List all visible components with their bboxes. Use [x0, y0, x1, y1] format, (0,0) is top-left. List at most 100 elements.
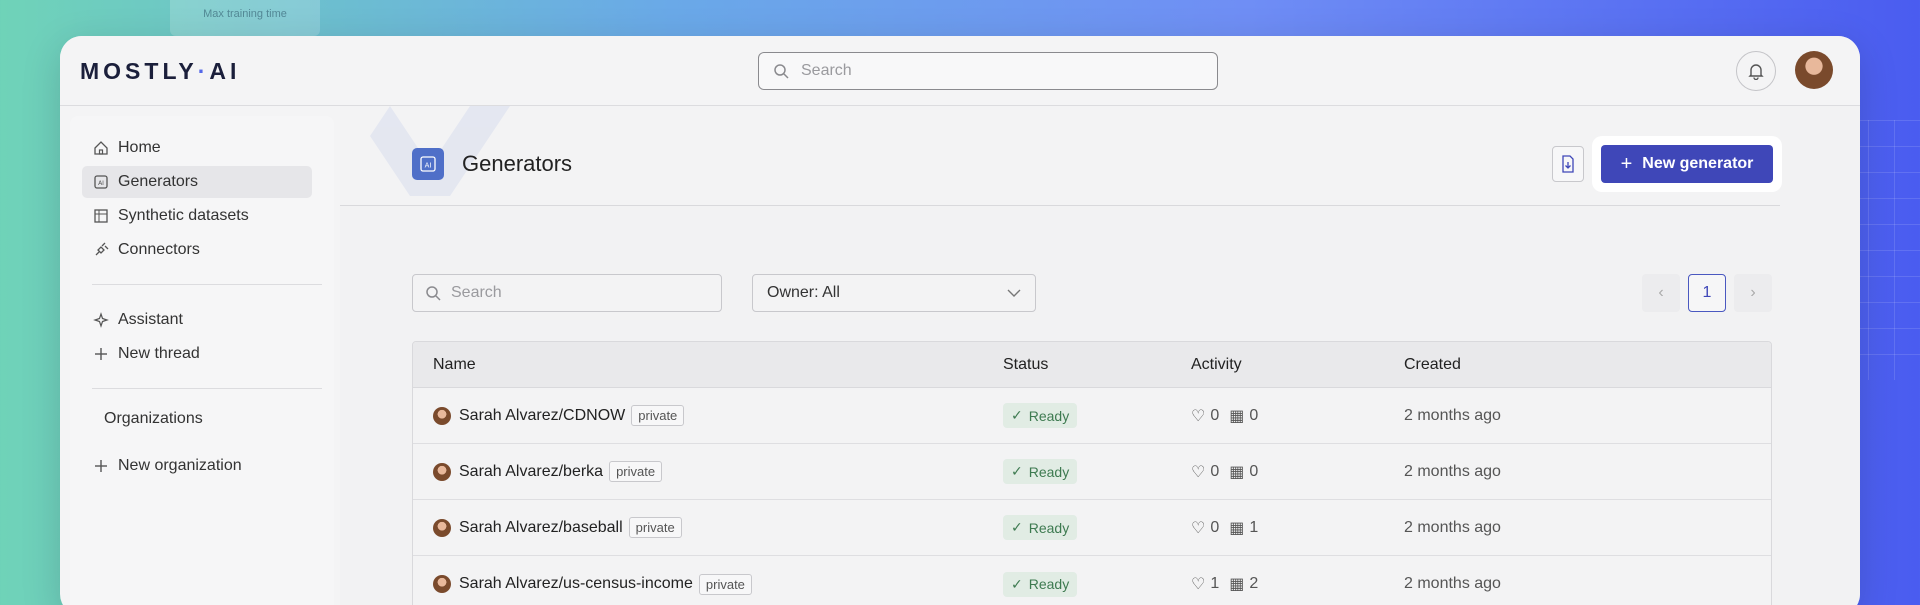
created-time: 2 months ago — [1404, 406, 1501, 424]
plus-icon — [92, 345, 110, 363]
top-bar: MOSTLY·AI Search — [60, 36, 1860, 106]
heart-icon[interactable]: ♡ — [1191, 462, 1205, 482]
owner-avatar — [433, 462, 451, 481]
check-icon: ✓ — [1011, 463, 1023, 479]
new-generator-label: New generator — [1642, 155, 1754, 172]
check-icon: ✓ — [1011, 519, 1023, 535]
datasets-count: 1 — [1249, 518, 1259, 536]
sidebar-item-new-thread[interactable]: New thread — [82, 338, 312, 370]
pager-current-page[interactable]: 1 — [1688, 274, 1726, 312]
table-row[interactable]: Sarah Alvarez/us-census-income private ✓… — [413, 556, 1771, 605]
sidebar-item-new-organization[interactable]: New organization — [82, 450, 312, 482]
status-badge: ✓ Ready — [1003, 459, 1078, 484]
pager-prev-button[interactable]: ‹ — [1642, 274, 1680, 312]
sidebar-item-home[interactable]: Home — [82, 132, 312, 164]
likes-count: 0 — [1210, 406, 1220, 424]
visibility-badge: private — [698, 573, 752, 595]
datasets-count: 2 — [1249, 575, 1259, 592]
table-row[interactable]: Sarah Alvarez/CDNOW private ✓ Ready ♡ 0 ▦ 0… — [413, 388, 1771, 444]
sidebar-item-label: Connectors — [118, 241, 200, 258]
generator-name-link[interactable]: Sarah Alvarez/berka — [459, 463, 603, 481]
table-header: Name Status Activity Created — [413, 342, 1771, 388]
sidebar-item-assistant[interactable]: Assistant — [82, 304, 312, 336]
sidebar-item-label: Synthetic datasets — [118, 207, 249, 224]
check-icon: ✓ — [1011, 407, 1023, 423]
dataset-icon: ▦ — [1229, 576, 1245, 593]
created-time: 2 months ago — [1404, 518, 1501, 536]
sidebar-item-label: Assistant — [118, 311, 183, 328]
owner-filter-select[interactable]: Owner: All — [752, 274, 1036, 312]
owner-filter-value: Owner: All — [767, 284, 840, 301]
plug-icon — [92, 241, 110, 259]
sparkle-icon — [92, 311, 110, 329]
svg-text:AI: AI — [425, 162, 432, 170]
owner-avatar — [433, 518, 451, 537]
owner-avatar — [433, 575, 451, 593]
heart-icon[interactable]: ♡ — [1191, 574, 1205, 594]
search-placeholder: Search — [801, 62, 852, 79]
search-placeholder: Search — [451, 284, 502, 301]
sidebar-item-synthetic-datasets[interactable]: Synthetic datasets — [82, 200, 312, 232]
new-generator-button[interactable]: + New generator — [1601, 145, 1773, 183]
pager-next-button[interactable]: › — [1734, 274, 1772, 312]
file-import-icon — [1562, 155, 1574, 173]
search-icon — [774, 64, 789, 79]
heart-icon[interactable]: ♡ — [1191, 518, 1205, 538]
created-time: 2 months ago — [1404, 462, 1501, 480]
chevron-down-icon — [1007, 289, 1021, 297]
sidebar-item-label: Home — [118, 139, 161, 156]
sidebar-divider — [92, 284, 322, 285]
table-row[interactable]: Sarah Alvarez/baseball private ✓ Ready ♡ 0… — [413, 500, 1771, 556]
dataset-icon — [92, 207, 110, 225]
column-header-name[interactable]: Name — [413, 356, 1003, 374]
home-icon — [92, 139, 110, 157]
generator-search-input[interactable]: Search — [412, 274, 722, 312]
user-avatar[interactable] — [1795, 51, 1833, 89]
likes-count: 1 — [1210, 575, 1220, 592]
created-time: 2 months ago — [1404, 575, 1501, 592]
plus-icon — [92, 457, 110, 475]
status-badge: ✓ Ready — [1003, 571, 1078, 597]
dataset-icon: ▦ — [1229, 463, 1245, 481]
generator-icon: AI — [92, 173, 110, 191]
bell-icon — [1748, 64, 1764, 80]
dataset-icon: ▦ — [1229, 407, 1245, 425]
sidebar-item-label: New organization — [118, 457, 242, 474]
sidebar-item-connectors[interactable]: Connectors — [82, 234, 312, 266]
generators-table: Name Status Activity Created Sarah Alvar… — [412, 341, 1772, 605]
svg-text:AI: AI — [98, 180, 104, 187]
main-content: AI Generators + New generator Search Own… — [340, 106, 1860, 605]
plus-icon: + — [1620, 152, 1633, 175]
owner-avatar — [433, 406, 451, 425]
visibility-badge: private — [609, 461, 663, 482]
import-button[interactable] — [1552, 146, 1584, 182]
visibility-badge: private — [631, 405, 685, 426]
generator-name-link[interactable]: Sarah Alvarez/CDNOW — [459, 407, 625, 425]
dataset-icon: ▦ — [1229, 519, 1245, 537]
sidebar-divider — [92, 388, 322, 389]
sidebar-item-generators[interactable]: AI Generators — [82, 166, 312, 198]
likes-count: 0 — [1210, 462, 1220, 480]
check-icon: ✓ — [1011, 575, 1023, 592]
page-title: Generators — [462, 151, 573, 176]
page-header: AI Generators + New generator — [340, 106, 1782, 206]
sidebar: Home AI Generators Synthetic datasets Co… — [70, 116, 334, 605]
visibility-badge: private — [628, 517, 682, 538]
generator-name-link[interactable]: Sarah Alvarez/us-census-income — [459, 575, 693, 593]
table-row[interactable]: Sarah Alvarez/berka private ✓ Ready ♡ 0 ▦ 0… — [413, 444, 1771, 500]
global-search-input[interactable]: Search — [758, 52, 1218, 90]
status-badge: ✓ Ready — [1003, 403, 1078, 428]
notifications-button[interactable] — [1736, 51, 1776, 91]
likes-count: 0 — [1210, 518, 1220, 536]
background-hint: Max training time — [170, 0, 320, 36]
column-header-activity[interactable]: Activity — [1191, 356, 1404, 374]
logo[interactable]: MOSTLY·AI — [80, 58, 240, 85]
heart-icon[interactable]: ♡ — [1191, 406, 1205, 426]
generator-name-link[interactable]: Sarah Alvarez/baseball — [459, 519, 623, 537]
sidebar-item-label: Generators — [118, 173, 199, 190]
organizations-heading: Organizations — [104, 410, 203, 427]
column-header-created[interactable]: Created — [1404, 356, 1461, 374]
column-header-status[interactable]: Status — [1003, 356, 1191, 374]
generators-page-icon: AI — [412, 148, 444, 180]
datasets-count: 0 — [1249, 462, 1259, 480]
